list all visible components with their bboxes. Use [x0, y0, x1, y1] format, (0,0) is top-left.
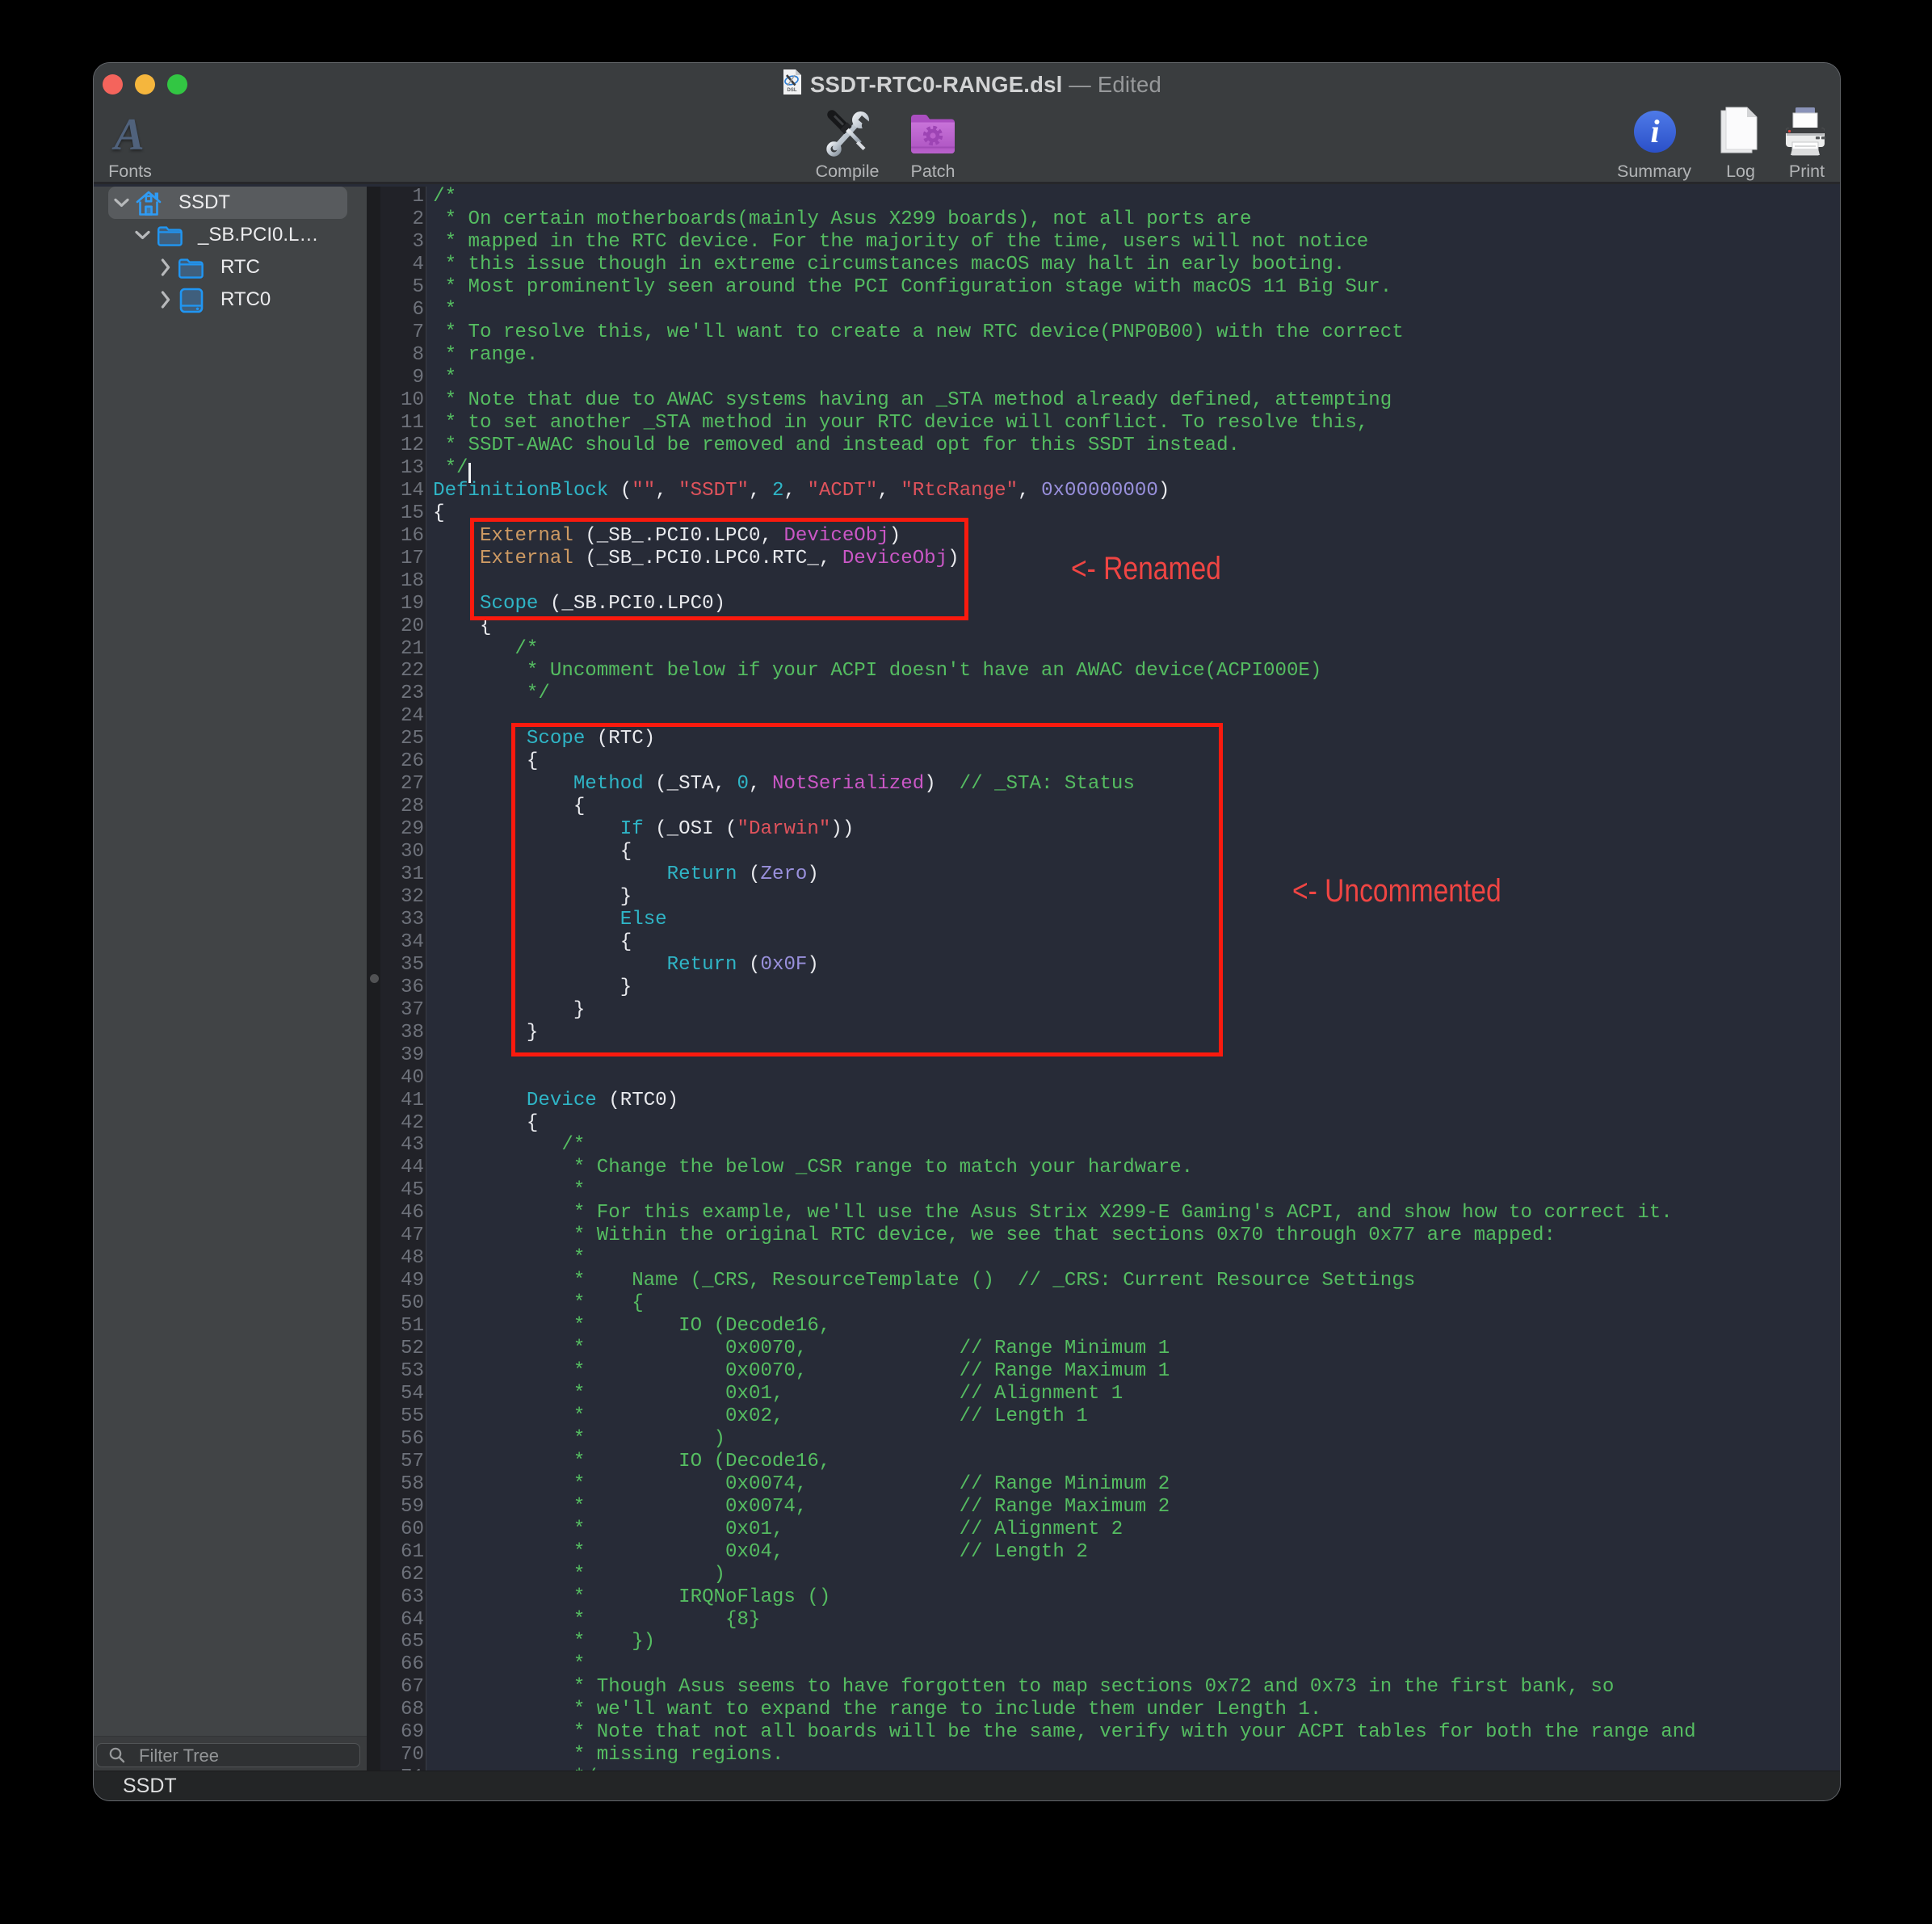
svg-text:i: i — [1650, 113, 1659, 149]
svg-text:DSL: DSL — [788, 88, 797, 93]
